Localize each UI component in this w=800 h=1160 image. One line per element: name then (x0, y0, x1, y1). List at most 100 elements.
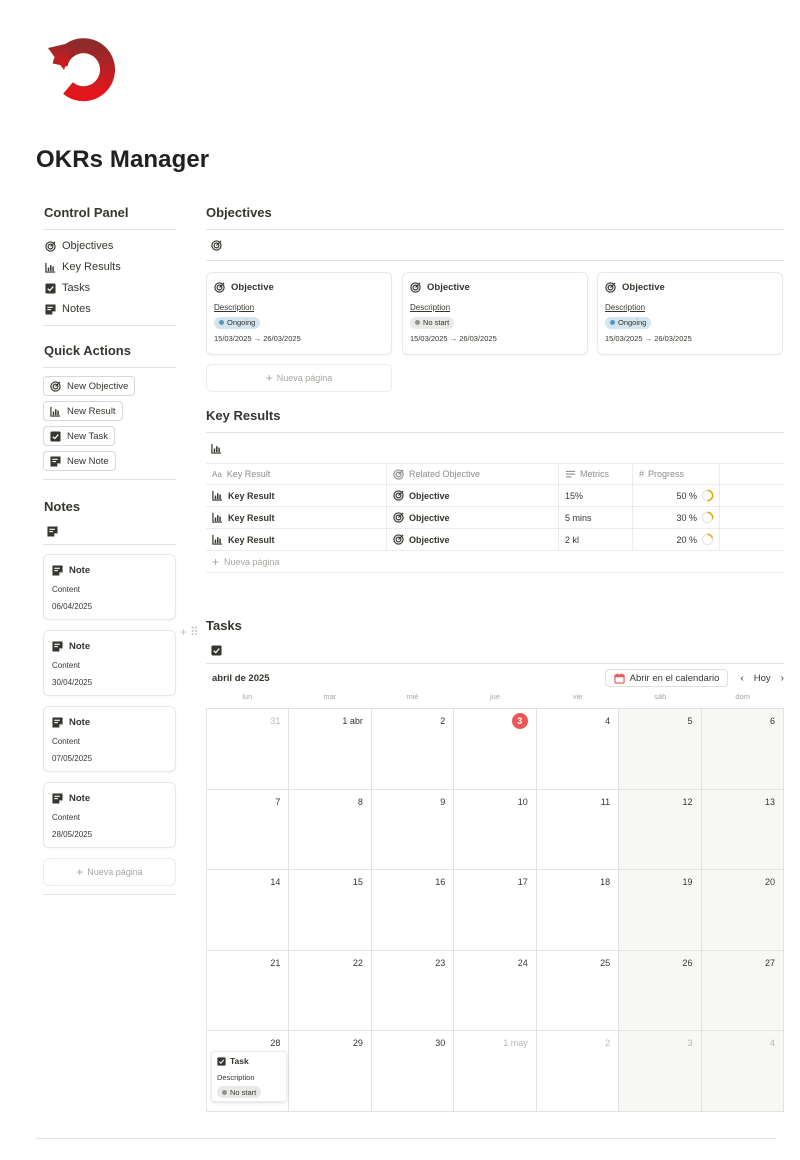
target-icon (50, 380, 61, 392)
objective-card[interactable]: Objective Description Ongoing 15/03/2025… (206, 272, 392, 355)
target-icon (45, 241, 56, 252)
calendar-day-cell[interactable]: 5 (619, 709, 702, 790)
column-label: Related Objective (409, 469, 481, 479)
calendar-day-cell[interactable]: 20 (701, 870, 784, 951)
progress-value: 20 % (676, 534, 697, 545)
key-results-view-row[interactable] (206, 433, 784, 463)
calendar-day-cell[interactable]: 4 (536, 709, 620, 790)
table-row[interactable]: Key Result Objective 5 mins 30 % (206, 507, 784, 529)
key-result-name[interactable]: Key Result (228, 513, 275, 523)
number-type-icon: # (639, 469, 645, 479)
new-note-button[interactable]: New Note (43, 451, 116, 471)
note-icon (47, 525, 58, 537)
calendar-day-cell[interactable]: 10 (454, 789, 537, 871)
related-objective-link[interactable]: Objective (409, 535, 450, 545)
calendar-day-cell[interactable]: 23 (371, 950, 455, 1032)
objectives-add-page-button[interactable]: + Nueva página (206, 364, 392, 392)
new-result-button[interactable]: New Result (43, 401, 123, 421)
objective-card[interactable]: Objective Description Ongoing 15/03/2025… (597, 272, 783, 355)
calendar-day-cell[interactable]: 18 (536, 870, 620, 951)
calendar-day-cell[interactable]: 27 (701, 950, 784, 1032)
tasks-view-row[interactable] (206, 639, 784, 661)
calendar-day-cell[interactable]: 9 (371, 789, 455, 871)
status-text: Ongoing (227, 318, 256, 327)
today-button[interactable]: Hoy (754, 673, 771, 684)
calendar-day-cell[interactable]: 21 (207, 950, 290, 1032)
calendar-day-cell[interactable]: 15 (289, 870, 372, 951)
calendar-day-cell[interactable]: 12 (619, 789, 702, 871)
plus-icon[interactable]: + (180, 625, 187, 639)
open-in-calendar-button[interactable]: Abrir en el calendario (604, 669, 729, 687)
calendar-day-cell[interactable]: 11 (536, 789, 620, 871)
calendar-day-cell[interactable]: 3 (619, 1031, 702, 1112)
column-header[interactable]: Related Objective (387, 464, 559, 484)
column-header[interactable]: Aa Key Result (206, 464, 387, 484)
nav-item-key-results[interactable]: Key Results (43, 257, 176, 278)
notes-view-row[interactable] (43, 520, 176, 542)
table-row[interactable]: Key Result Objective 15% 50 % (206, 485, 784, 507)
calendar-day-cell[interactable]: 7 (207, 789, 290, 871)
weekday-label: lun (242, 692, 253, 701)
column-header[interactable]: Metrics (559, 464, 633, 484)
calendar-day-cell[interactable]: 4 (701, 1031, 784, 1112)
calendar-day-cell[interactable]: 26 (619, 950, 702, 1032)
key-result-name[interactable]: Key Result (228, 491, 275, 501)
calendar-day-cell[interactable]: 31 (207, 709, 290, 790)
calendar-day-cell[interactable]: 28 Task Description No start (207, 1031, 290, 1112)
calendar-day-cell[interactable]: 25 (536, 950, 620, 1032)
task-card[interactable]: Task Description No start (211, 1051, 287, 1103)
calendar-day-cell[interactable]: 6 (701, 709, 784, 790)
nav-item-notes[interactable]: Notes (43, 299, 176, 320)
objectives-view-row[interactable] (206, 230, 784, 260)
chart-icon (212, 534, 223, 545)
block-drag-handle[interactable]: + ⠿ (180, 625, 199, 639)
calendar-weekdays: lun mar mié jue vie sáb dom (206, 692, 784, 708)
new-task-button[interactable]: New Task (43, 426, 116, 446)
objective-card[interactable]: Objective Description No start 15/03/202… (402, 272, 588, 355)
drag-handle-icon[interactable]: ⠿ (190, 625, 199, 639)
related-objective-link[interactable]: Objective (409, 491, 450, 501)
column-label: Progress (648, 469, 685, 479)
calendar-day-cell[interactable]: 2 (536, 1031, 620, 1112)
nav-item-tasks[interactable]: Tasks (43, 278, 176, 299)
related-objective-link[interactable]: Objective (409, 513, 450, 523)
note-card[interactable]: Note Content 30/04/2025 (43, 630, 176, 696)
notes-add-page-button[interactable]: + Nueva página (43, 858, 176, 886)
calendar-day-cell[interactable]: 29 (289, 1031, 372, 1112)
weekday-label: sáb (654, 692, 667, 701)
calendar-day-cell[interactable]: 14 (207, 870, 290, 951)
column-header[interactable]: # Progress (633, 464, 720, 484)
calendar-day-cell[interactable]: 19 (619, 870, 702, 951)
calendar-day-cell-today[interactable]: 3 (454, 709, 537, 790)
note-content: Content (52, 813, 81, 822)
note-card[interactable]: Note Content 28/05/2025 (43, 782, 176, 848)
calendar-day-cell[interactable]: 1 may (454, 1031, 537, 1112)
calendar-day-cell[interactable]: 8 (289, 789, 372, 871)
quick-actions-title: Quick Actions (44, 343, 131, 358)
column-label: Metrics (580, 469, 609, 479)
column-header-empty[interactable] (720, 464, 784, 484)
table-row[interactable]: Key Result Objective 2 kl 20 % (206, 529, 784, 551)
status-badge: No start (410, 316, 455, 329)
calendar-day-cell[interactable]: 13 (701, 789, 784, 871)
new-objective-button[interactable]: New Objective (43, 376, 136, 396)
key-results-add-page-button[interactable]: + Nueva página (206, 551, 784, 573)
nav-item-objectives[interactable]: Objectives (43, 236, 176, 257)
calendar-day-cell[interactable]: 16 (371, 870, 455, 951)
calendar-day-cell[interactable]: 30 (371, 1031, 455, 1112)
calendar-day-cell[interactable]: 22 (289, 950, 372, 1032)
nav-item-label: Tasks (62, 282, 91, 294)
calendar-day-cell[interactable]: 2 (371, 709, 455, 790)
calendar-day-cell[interactable]: 1 abr (289, 709, 372, 790)
day-number: 6 (769, 716, 775, 726)
objective-description: Description (605, 303, 646, 312)
chevron-left-icon[interactable]: ‹ (740, 673, 743, 684)
note-card[interactable]: Note Content 06/04/2025 (43, 554, 176, 620)
note-title: Note (69, 564, 91, 576)
key-result-name[interactable]: Key Result (228, 535, 275, 545)
note-card[interactable]: Note Content 07/05/2025 (43, 706, 176, 772)
chevron-right-icon[interactable]: › (781, 673, 784, 684)
status-text: No start (423, 318, 450, 327)
calendar-day-cell[interactable]: 17 (454, 870, 537, 951)
calendar-day-cell[interactable]: 24 (454, 950, 537, 1032)
